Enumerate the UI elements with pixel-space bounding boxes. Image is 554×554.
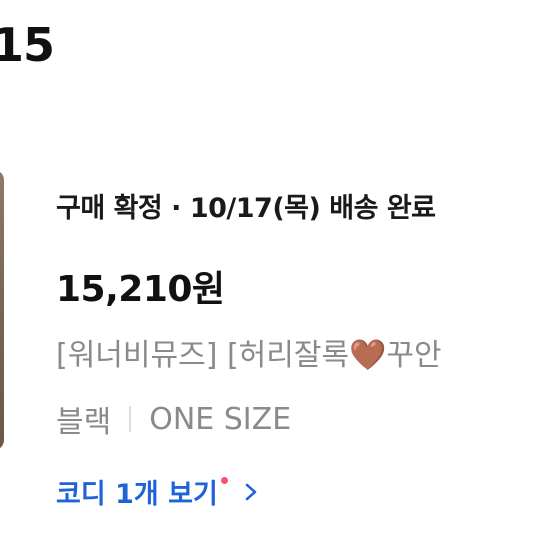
brown-heart-icon: 🤎 bbox=[349, 338, 387, 373]
order-history-screen: 15 구매 확정 · 10/17(목) 배송 완료 15,210원 [워너비뮤즈… bbox=[0, 0, 554, 554]
date-header: 15 bbox=[0, 18, 55, 72]
order-status-text: 구매 확정 · 10/17(목) 배송 완료 bbox=[56, 193, 436, 224]
order-price: 15,210원 bbox=[56, 269, 225, 310]
view-coordi-label: 코디 1개 보기 bbox=[56, 479, 218, 510]
product-title[interactable]: [워너비뮤즈] [허리잘록🤎꾸안 bbox=[56, 330, 442, 374]
view-coordi-link[interactable]: 코디 1개 보기 bbox=[56, 472, 262, 511]
product-title-suffix: 꾸안 bbox=[386, 338, 442, 373]
option-size: ONE SIZE bbox=[149, 401, 292, 437]
chevron-right-icon bbox=[245, 483, 257, 500]
product-title-prefix: [워너비뮤즈] [허리잘록 bbox=[56, 338, 350, 373]
option-divider bbox=[129, 406, 132, 432]
product-thumbnail[interactable] bbox=[0, 170, 4, 450]
product-option: 블랙 ONE SIZE bbox=[56, 397, 291, 441]
new-badge-dot bbox=[220, 477, 228, 484]
option-color: 블랙 bbox=[56, 405, 112, 440]
